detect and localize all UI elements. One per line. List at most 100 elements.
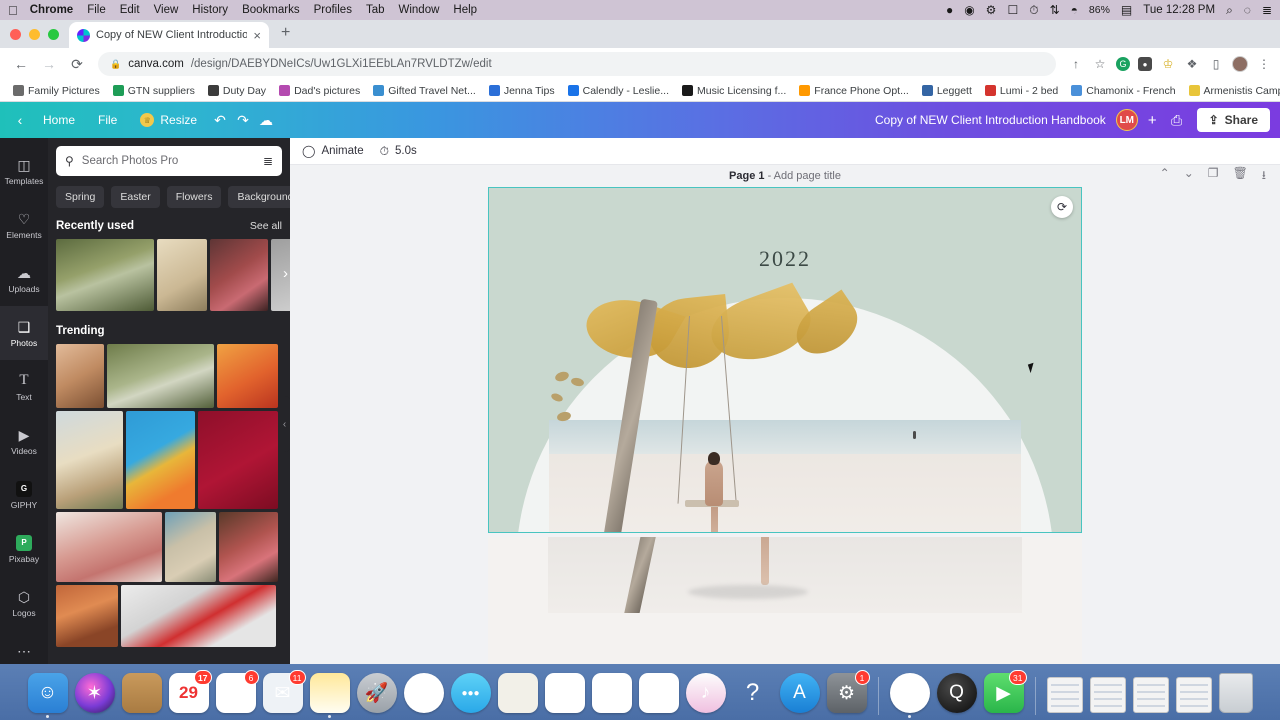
gear-icon[interactable]: ⚙ [986,4,997,16]
chevron-right-icon[interactable]: › [283,265,288,282]
dock-icon-preview[interactable] [591,673,632,713]
search-input[interactable]: ⚲ Search Photos Pro ≣ [56,146,282,176]
minimized-window[interactable] [1175,677,1212,713]
rail-item-photos[interactable]: ❑ Photos [0,306,48,360]
minimize-window-button[interactable] [29,28,40,40]
dock-icon-reminders[interactable]: 6 [215,670,259,713]
move-up-icon[interactable]: ⌃ [1160,166,1170,187]
dock-icon-mail[interactable]: ✉ 11 [262,670,306,713]
dock-icon-help[interactable]: ? [733,673,773,713]
chevron-left-icon[interactable]: ‹ [10,110,30,130]
chip-background[interactable]: Background [228,186,290,208]
bookmark-item[interactable]: Lumi - 2 bed [980,83,1063,99]
extensions-puzzle-icon[interactable]: ❖ [1184,56,1200,72]
dock-icon-itunes[interactable]: ♪ [685,673,726,713]
bookmark-item[interactable]: France Phone Opt... [794,83,914,99]
recent-thumb[interactable] [210,239,268,311]
menu-file[interactable]: File [87,4,106,16]
bluetooth-icon[interactable]: ⇅ [1050,4,1060,16]
bookmark-item[interactable]: Chamonix - French [1066,83,1180,99]
undo-icon[interactable]: ↶ [210,110,230,130]
menu-view[interactable]: View [154,4,179,16]
dock-icon-maps[interactable] [497,673,538,713]
menu-edit[interactable]: Edit [120,4,140,16]
rail-item-logos[interactable]: ⬡ Logos [0,576,48,630]
browser-tab[interactable]: Copy of NEW Client Introductio × [69,22,269,48]
control-center-icon[interactable]: ≣ [1262,4,1272,16]
dock-icon-quicktime[interactable]: Q [936,673,977,713]
maximize-window-button[interactable] [48,28,59,40]
photo-thumb[interactable] [126,411,195,509]
dock-icon-launchpad[interactable]: 🚀 [356,673,397,713]
add-page-title-placeholder[interactable]: - Add page title [768,170,841,182]
bookmark-item[interactable]: Calendly - Leslie... [563,83,674,99]
see-all-link[interactable]: See all [250,220,282,232]
collapse-panel-button[interactable]: ‹ [278,396,290,452]
canvas-page-1[interactable]: 2022 ⟳ [488,187,1082,533]
dock-icon-system-preferences[interactable]: ⚙ 1 [826,670,870,713]
screencast-icon[interactable]: ● [1138,57,1152,71]
add-page-icon[interactable]: ⭳ [1262,166,1266,187]
close-icon[interactable]: × [253,29,261,42]
record-icon[interactable]: ● [946,4,953,16]
time-machine-icon[interactable]: ⏱ [1029,4,1038,16]
bookmark-item[interactable]: Leggett [917,83,977,99]
chip-spring[interactable]: Spring [56,186,105,208]
sidepanel-icon[interactable]: ▯ [1208,56,1224,72]
photo-thumb[interactable] [219,512,278,582]
bar-chart-icon[interactable]: ⎙ [1167,110,1187,130]
filter-sliders-icon[interactable]: ≣ [263,154,273,168]
avatar[interactable]: LM [1115,109,1138,131]
minimized-window[interactable] [1089,677,1126,713]
share-icon[interactable]: ↑ [1068,56,1084,72]
bookmark-item[interactable]: Armenistis Camping [1184,83,1280,99]
creative-cloud-icon[interactable]: ◉ [964,4,974,16]
animate-button[interactable]: ◯ Animate [302,144,364,158]
menu-profiles[interactable]: Profiles [314,4,352,16]
minimized-window[interactable] [1132,677,1169,713]
bookmark-item[interactable]: Jenna Tips [484,83,560,99]
dock-icon-finder[interactable]: ☺ [27,673,68,713]
photo-thumb[interactable] [56,512,162,582]
chip-flowers[interactable]: Flowers [166,186,222,208]
dock-icon-numbers[interactable] [638,673,679,713]
forward-arrow-icon[interactable]: → [36,51,62,77]
dock-icon-pages[interactable] [544,673,585,713]
apple-icon[interactable]:  [8,4,18,17]
airplay-icon[interactable]: ☐ [1007,4,1018,16]
dock-icon-app-store[interactable]: A [779,673,820,713]
dock-icon-notes[interactable] [309,673,350,713]
home-button[interactable]: Home [33,108,85,132]
bookmark-item[interactable]: Music Licensing f... [677,83,791,99]
honey-icon[interactable]: ♔ [1160,56,1176,72]
grammarly-icon[interactable]: G [1116,57,1130,71]
profile-avatar-icon[interactable] [1232,56,1248,72]
photo-thumb[interactable] [56,411,123,509]
rail-item-uploads[interactable]: ☁ Uploads [0,252,48,306]
canvas-scroll-area[interactable]: 2022 ⟳ INTRODUCTION [290,187,1280,691]
dock-icon-trash[interactable] [1218,673,1253,713]
slide-year-text[interactable]: 2022 [489,246,1081,272]
photo-thumb[interactable] [165,512,216,582]
dock-icon-calendar[interactable]: 29 17 [168,670,212,713]
resize-button[interactable]: ♕ Resize [130,108,207,132]
photo-thumb[interactable] [56,585,118,647]
file-button[interactable]: File [88,108,127,132]
chip-easter[interactable]: Easter [111,186,160,208]
rotate-handle-icon[interactable]: ⟳ [1051,196,1073,218]
duration-button[interactable]: ⏱ 5.0s [380,144,417,159]
menu-history[interactable]: History [192,4,228,16]
rail-item-text[interactable]: T Text [0,360,48,414]
dock-icon-facetime[interactable]: ▶ 31 [983,670,1027,713]
photo-thumb[interactable] [121,585,276,647]
menu-tab[interactable]: Tab [366,4,385,16]
new-tab-button[interactable]: + [269,25,300,43]
rail-item-giphy[interactable]: G GIPHY [0,468,48,522]
recently-used-carousel[interactable]: › [48,239,290,311]
dock-icon-messages[interactable]: ●●● [450,673,491,713]
back-arrow-icon[interactable]: ← [8,51,34,77]
chrome-menu-icon[interactable]: ⋮ [1256,56,1272,72]
menubar-clock[interactable]: Tue 12:28 PM [1143,4,1215,16]
dock-icon-photos[interactable]: ✿ [403,673,444,713]
dock-icon-chrome[interactable] [889,673,930,713]
